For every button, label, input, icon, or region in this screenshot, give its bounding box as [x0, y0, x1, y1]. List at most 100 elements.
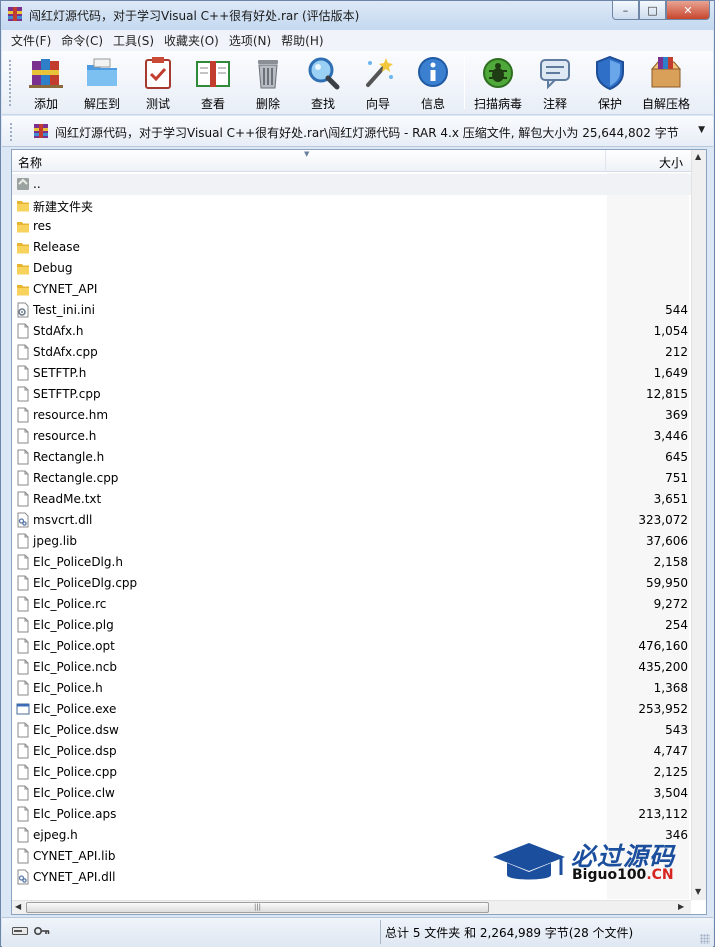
file-row[interactable]: Elc_Police.h 1,368 — [12, 678, 692, 699]
folder-icon — [17, 222, 29, 233]
file-row[interactable]: Rectangle.h 645 — [12, 447, 692, 468]
file-icon — [17, 764, 29, 780]
scroll-up-icon[interactable]: ▲ — [695, 152, 701, 161]
file-row[interactable]: Elc_Police.exe 253,952 — [12, 699, 692, 720]
file-row[interactable]: Elc_Police.rc 9,272 — [12, 594, 692, 615]
virus-scan-button[interactable]: 扫描病毒 — [470, 55, 526, 113]
file-row[interactable]: .. — [12, 174, 692, 195]
file-row[interactable]: resource.h 3,446 — [12, 426, 692, 447]
archive-icon — [34, 124, 48, 138]
file-icon — [17, 323, 29, 339]
menu-options[interactable]: 选项(N) — [224, 32, 276, 49]
file-icon — [17, 638, 29, 654]
winrar-app-icon[interactable] — [7, 6, 23, 22]
menu-favorites[interactable]: 收藏夹(O) — [159, 32, 224, 49]
file-row[interactable]: SETFTP.h 1,649 — [12, 363, 692, 384]
add-button[interactable]: 添加 — [18, 55, 74, 113]
scroll-down-icon[interactable]: ▼ — [695, 887, 701, 896]
menu-tools[interactable]: 工具(S) — [108, 32, 159, 49]
file-row[interactable]: Elc_Police.dsw 543 — [12, 720, 692, 741]
file-row[interactable]: Elc_Police.plg 254 — [12, 615, 692, 636]
watermark-sub-main: Biguo100 — [572, 867, 647, 883]
file-size: 254 — [665, 618, 688, 632]
key-icon[interactable] — [34, 925, 50, 937]
file-row[interactable]: Elc_Police.opt 476,160 — [12, 636, 692, 657]
close-button[interactable]: ✕ — [666, 1, 710, 20]
resize-grip[interactable] — [700, 934, 710, 944]
file-row[interactable]: Elc_Police.dsp 4,747 — [12, 741, 692, 762]
wizard-button[interactable]: 向导 — [350, 55, 406, 113]
file-name: Elc_PoliceDlg.h — [33, 555, 123, 569]
file-icon — [17, 449, 29, 465]
file-row[interactable]: res — [12, 216, 692, 237]
address-bar[interactable]: 闯红灯源代码，对于学习Visual C++很有好处.rar\闯红灯源代码 - R… — [2, 116, 713, 147]
file-row[interactable]: Elc_Police.clw 3,504 — [12, 783, 692, 804]
test-button[interactable]: 测试 — [130, 55, 186, 113]
scroll-right-icon[interactable]: ▶ — [678, 902, 684, 911]
vertical-scrollbar[interactable]: ▲ ▼ — [691, 150, 706, 900]
chevron-down-icon[interactable]: ▼ — [698, 125, 705, 135]
delete-button[interactable]: 删除 — [240, 55, 296, 113]
horizontal-scrollbar[interactable]: ◀ ||| ▶ — [12, 900, 691, 914]
protect-label: 保护 — [597, 97, 622, 111]
file-row[interactable]: SETFTP.cpp 12,815 — [12, 384, 692, 405]
file-row[interactable]: Release — [12, 237, 692, 258]
info-button[interactable]: 信息 — [405, 55, 461, 113]
minimize-button[interactable]: – — [612, 1, 639, 20]
file-row[interactable]: CYNET_API — [12, 279, 692, 300]
file-row[interactable]: Debug — [12, 258, 692, 279]
file-size: 9,272 — [653, 597, 688, 611]
file-row[interactable]: StdAfx.cpp 212 — [12, 342, 692, 363]
file-icon — [17, 806, 29, 822]
menu-help[interactable]: 帮助(H) — [276, 32, 328, 49]
file-row[interactable]: Elc_Police.aps 213,112 — [12, 804, 692, 825]
file-list[interactable]: 名称 ▼ 大小 .. 新建文件夹 res Release Debug CYNET_API T… — [11, 149, 707, 915]
file-row[interactable]: Test_ini.ini 544 — [12, 300, 692, 321]
protect-button[interactable]: 保护 — [582, 55, 638, 113]
menu-commands[interactable]: 命令(C) — [56, 32, 108, 49]
column-size[interactable]: 大小 — [607, 150, 689, 172]
view-button[interactable]: 查看 — [185, 55, 241, 113]
scroll-left-icon[interactable]: ◀ — [15, 902, 21, 911]
extract-button[interactable]: 解压到 — [74, 55, 130, 113]
file-row[interactable]: Elc_PoliceDlg.cpp 59,950 — [12, 573, 692, 594]
maximize-button[interactable]: □ — [639, 1, 666, 20]
file-size: 3,504 — [653, 786, 688, 800]
file-size: 751 — [665, 471, 688, 485]
horizontal-scroll-thumb[interactable]: ||| — [26, 902, 489, 913]
dll-file-icon — [17, 869, 29, 885]
title-bar[interactable]: 闯红灯源代码，对于学习Visual C++很有好处.rar (评估版本) – □… — [1, 1, 714, 30]
file-row[interactable]: 新建文件夹 — [12, 195, 692, 216]
test-label: 测试 — [145, 97, 170, 111]
file-name: StdAfx.h — [33, 324, 84, 338]
dll-file-icon — [17, 512, 29, 528]
file-row[interactable]: Rectangle.cpp 751 — [12, 468, 692, 489]
file-row[interactable]: Elc_PoliceDlg.h 2,158 — [12, 552, 692, 573]
file-row[interactable]: jpeg.lib 37,606 — [12, 531, 692, 552]
file-row[interactable]: msvcrt.dll 323,072 — [12, 510, 692, 531]
menu-file[interactable]: 文件(F) — [6, 32, 56, 49]
file-icon — [17, 743, 29, 759]
file-row[interactable]: ReadMe.txt 3,651 — [12, 489, 692, 510]
virus-scan-label: 扫描病毒 — [473, 97, 522, 111]
file-icon — [17, 617, 29, 633]
file-row[interactable]: Elc_Police.cpp 2,125 — [12, 762, 692, 783]
file-row[interactable]: resource.hm 369 — [12, 405, 692, 426]
file-name: Elc_Police.clw — [33, 786, 115, 800]
find-button[interactable]: 查找 — [295, 55, 351, 113]
toolbar-grip[interactable] — [8, 59, 12, 107]
comment-button[interactable]: 注释 — [527, 55, 583, 113]
trash-can-icon — [258, 60, 278, 89]
comment-label: 注释 — [542, 97, 567, 111]
drive-icon[interactable] — [12, 926, 28, 936]
file-name: Debug — [33, 261, 73, 275]
file-size: 1,649 — [653, 366, 688, 380]
file-icon — [17, 533, 29, 549]
file-row[interactable]: Elc_Police.ncb 435,200 — [12, 657, 692, 678]
file-size: 3,651 — [653, 492, 688, 506]
magnifier-icon — [308, 57, 340, 90]
file-row[interactable]: StdAfx.h 1,054 — [12, 321, 692, 342]
sfx-label: 自解压格 — [641, 97, 690, 111]
sfx-button[interactable]: 自解压格 — [638, 55, 694, 113]
file-icon — [17, 596, 29, 612]
